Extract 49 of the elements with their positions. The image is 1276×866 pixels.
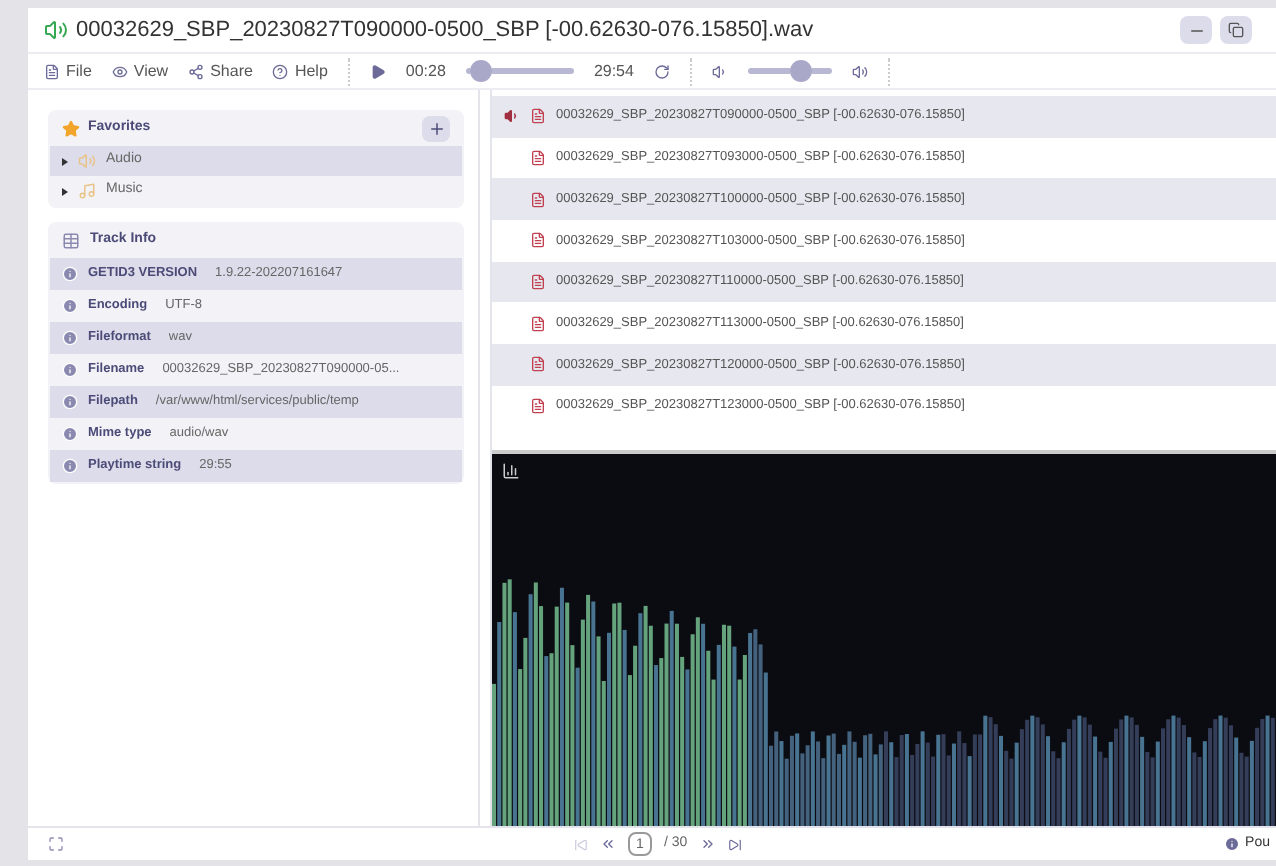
speaker-icon [44,18,68,42]
file-icon [530,191,546,208]
file-icon [530,108,546,125]
elapsed-time: 00:28 [405,59,446,83]
minimize-button[interactable] [1180,16,1212,44]
menu-button[interactable]: File [44,59,92,83]
share-icon [188,63,205,79]
expand-icon[interactable] [62,157,68,165]
info-icon [62,458,78,474]
repeat-icon[interactable] [653,63,670,79]
menu-button[interactable]: Help [272,59,328,83]
speaker-icon [78,152,96,170]
file-icon [530,232,546,249]
table-icon [62,232,80,250]
info-icon [62,266,78,282]
restore-icon [1228,22,1244,38]
file-icon [530,356,546,373]
chart-icon[interactable] [502,462,520,480]
help-icon [272,63,289,79]
info-icon [62,426,78,442]
info-icon [62,298,78,314]
restore-button[interactable] [1220,16,1252,44]
menu-button[interactable]: View [111,59,169,83]
file-icon [530,315,546,332]
volume-up-icon[interactable] [851,63,868,79]
view-icon [111,63,128,79]
play-icon[interactable] [369,63,386,79]
volume-down-icon[interactable] [711,63,728,79]
info-icon [62,362,78,378]
info-icon [62,330,78,346]
menu-button[interactable]: Share [188,59,253,83]
file-icon [530,150,546,167]
previous-page-icon[interactable] [600,836,616,852]
last-page-icon[interactable] [727,837,742,851]
next-page-icon[interactable] [699,836,716,852]
star-icon [62,120,80,138]
add-button[interactable] [422,116,450,142]
music-note-icon [78,182,96,200]
expand-icon[interactable] [62,187,68,195]
duration-time: 29:54 [593,59,634,83]
window-title: 00032629_SBP_20230827T090000-0500_SBP [-00.62630-076.15850].wav [76,15,814,46]
file-icon [530,398,546,415]
slider[interactable] [465,60,574,82]
file-icon [44,63,60,79]
slider[interactable] [747,60,832,82]
info-icon [1223,836,1240,852]
plus-icon [427,120,445,138]
info-icon [62,394,78,410]
file-icon [530,274,546,291]
